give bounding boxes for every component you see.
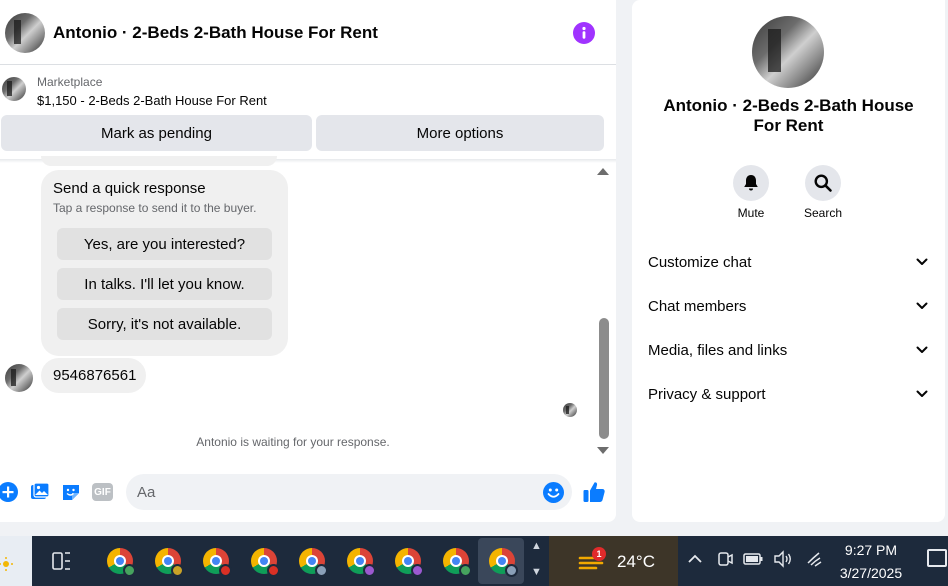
quick-response-interested-button[interactable]: Yes, are you interested? <box>57 228 272 260</box>
seen-receipt-avatar <box>563 403 577 417</box>
clock-time[interactable]: 9:27 PM <box>843 542 899 558</box>
more-options-button[interactable]: More options <box>316 115 604 151</box>
chat-panel: Antonio · 2-Beds 2-Bath House For Rent M… <box>0 0 616 522</box>
chevron-up-icon[interactable]: ▲ <box>531 540 542 552</box>
mute-label: Mute <box>737 206 765 220</box>
quick-response-not-available-button[interactable]: Sorry, it's not available. <box>57 308 272 340</box>
mark-as-pending-button[interactable]: Mark as pending <box>1 115 312 151</box>
chevron-down-icon <box>916 346 928 353</box>
chrome-icon[interactable] <box>203 548 232 577</box>
listing-title[interactable]: $1,150 - 2-Beds 2-Bath House For Rent <box>37 93 267 108</box>
chevron-down-icon <box>916 258 928 265</box>
show-hidden-icons-icon[interactable] <box>684 548 706 570</box>
photo-icon[interactable] <box>30 482 50 502</box>
windows-taskbar: ▲ ▼ <box>0 536 948 586</box>
weather-notification-badge: 1 <box>592 547 606 561</box>
sticker-icon[interactable] <box>61 482 81 502</box>
chrome-icon[interactable] <box>443 548 472 577</box>
bell-icon <box>744 175 758 191</box>
chrome-icon[interactable] <box>347 548 376 577</box>
section-label: Chat members <box>648 297 747 315</box>
chat-details-panel: Antonio · 2-Beds 2-Bath House For Rent M… <box>632 0 945 522</box>
details-avatar[interactable] <box>752 16 824 88</box>
scrollbar-thumb[interactable] <box>599 318 609 439</box>
listing-thumbnail[interactable] <box>2 77 26 101</box>
clock-date[interactable]: 3/27/2025 <box>833 565 909 581</box>
widgets-button[interactable] <box>0 536 32 586</box>
battery-icon[interactable] <box>742 548 764 570</box>
section-customize-chat[interactable]: Customize chat <box>632 242 945 282</box>
volume-icon[interactable] <box>772 548 794 570</box>
weather-temperature[interactable]: 24°C <box>617 552 655 572</box>
contact-avatar[interactable] <box>5 13 45 53</box>
previous-message-bubble <box>41 156 277 166</box>
section-label: Media, files and links <box>648 341 788 359</box>
chrome-icon[interactable] <box>251 548 280 577</box>
chevron-down-icon <box>916 390 928 397</box>
chrome-icon[interactable] <box>155 548 184 577</box>
plus-icon[interactable] <box>0 482 18 502</box>
search-icon <box>814 174 832 192</box>
sender-avatar[interactable] <box>5 364 33 392</box>
chat-header: Antonio · 2-Beds 2-Bath House For Rent <box>0 0 616 65</box>
section-media-files-links[interactable]: Media, files and links <box>632 330 945 370</box>
chat-title[interactable]: Antonio · 2-Beds 2-Bath House For Rent <box>53 23 378 43</box>
meet-now-icon[interactable] <box>714 548 736 570</box>
chrome-icon[interactable] <box>299 548 328 577</box>
task-view-icon[interactable] <box>50 549 74 573</box>
listing-source: Marketplace <box>37 75 103 89</box>
quick-response-in-talks-button[interactable]: In talks. I'll let you know. <box>57 268 272 300</box>
message-bubble[interactable]: 9546876561 <box>41 358 146 393</box>
search-label: Search <box>803 206 843 220</box>
weather-widget[interactable] <box>549 536 678 586</box>
section-privacy-support[interactable]: Privacy & support <box>632 374 945 414</box>
chrome-icon[interactable] <box>489 548 518 577</box>
quick-response-subtitle: Tap a response to send it to the buyer. <box>53 201 257 215</box>
scroll-up-arrow[interactable] <box>597 168 609 175</box>
scroll-down-arrow[interactable] <box>597 447 609 454</box>
quick-response-card: Send a quick response Tap a response to … <box>41 170 288 356</box>
section-label: Customize chat <box>648 253 752 271</box>
gif-icon[interactable]: GIF <box>92 483 113 501</box>
notification-center-icon[interactable] <box>927 549 947 567</box>
chevron-down-icon <box>916 302 928 309</box>
details-title: Antonio · 2-Beds 2-Bath House For Rent <box>663 96 914 135</box>
emoji-icon[interactable] <box>543 482 564 503</box>
chrome-icon[interactable] <box>107 548 136 577</box>
info-icon[interactable] <box>573 22 595 44</box>
mute-button[interactable] <box>733 165 769 201</box>
message-input[interactable] <box>126 474 572 510</box>
chevron-down-icon[interactable]: ▼ <box>531 566 542 578</box>
sun-icon <box>0 557 13 571</box>
wifi-icon[interactable] <box>804 548 826 570</box>
section-label: Privacy & support <box>648 385 766 403</box>
quick-response-title: Send a quick response <box>53 180 206 197</box>
section-chat-members[interactable]: Chat members <box>632 286 945 326</box>
chrome-icon[interactable] <box>395 548 424 577</box>
search-button[interactable] <box>805 165 841 201</box>
waiting-status: Antonio is waiting for your response. <box>196 435 390 449</box>
thumbs-up-icon[interactable] <box>582 480 606 504</box>
